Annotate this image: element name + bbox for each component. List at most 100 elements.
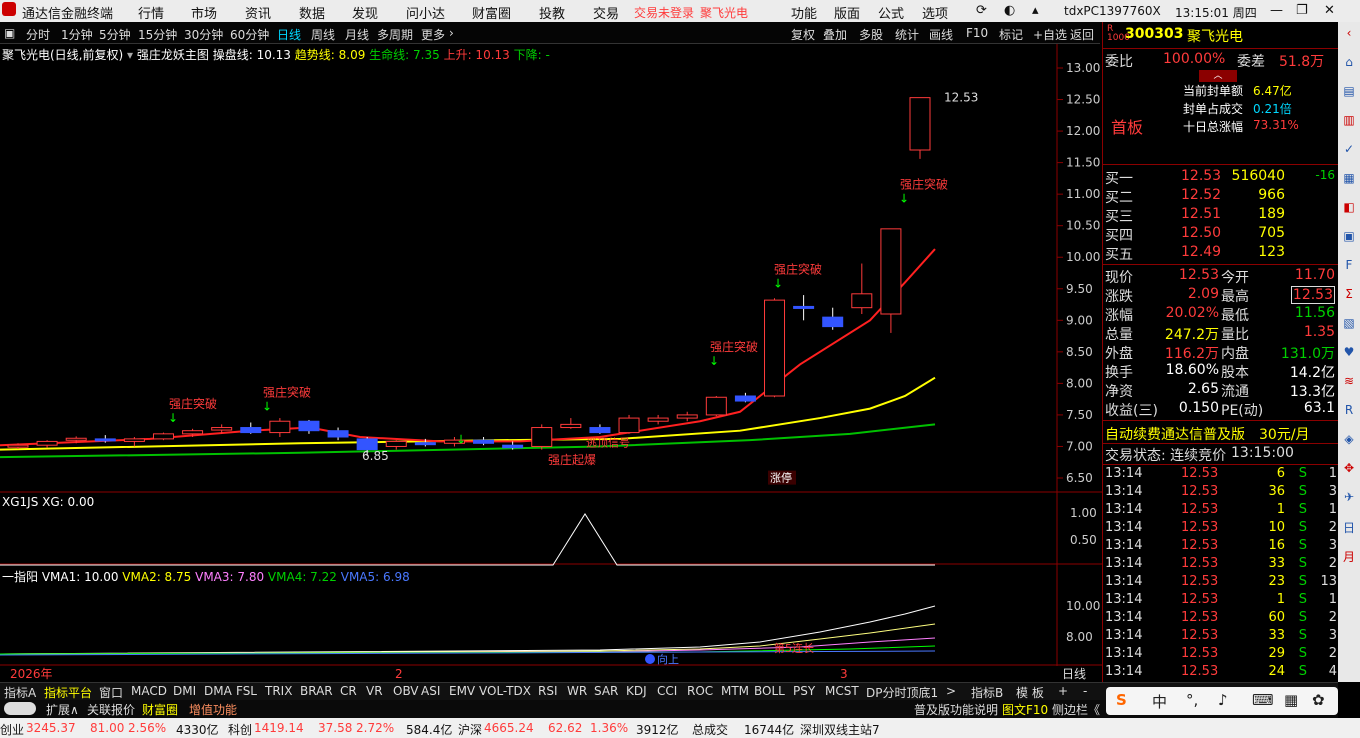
menu-jiaoyi[interactable]: 交易: [593, 3, 619, 22]
tab-right[interactable]: +: [1058, 684, 1068, 698]
tab2-zengzhi[interactable]: 增值功能: [189, 701, 237, 718]
side-tool-icon[interactable]: ▣: [1340, 229, 1358, 247]
candle-body[interactable]: [298, 420, 320, 432]
ime-lang-icon[interactable]: 中: [1152, 691, 1167, 712]
candle-body[interactable]: [7, 444, 29, 448]
tab2-caifuquan[interactable]: 财富圈: [142, 701, 178, 718]
menu-caifuquan[interactable]: 财富圈: [472, 3, 511, 22]
candle-body[interactable]: [240, 427, 262, 434]
tab-indicator[interactable]: DMA: [204, 684, 232, 698]
bid-row[interactable]: 买二 12.52 966: [1103, 187, 1339, 206]
tool-huaxian[interactable]: 画线: [929, 26, 953, 43]
tool-tongji[interactable]: 统计: [895, 26, 919, 43]
bid-row[interactable]: 买三 12.51 189: [1103, 206, 1339, 225]
minimize-icon[interactable]: —: [1270, 3, 1283, 18]
tab-indicator[interactable]: WR: [567, 684, 587, 698]
tab-indicator[interactable]: ASI: [421, 684, 440, 698]
ime-skin-icon[interactable]: ✿: [1312, 691, 1325, 709]
tab-indicator[interactable]: VR: [366, 684, 383, 698]
period-monthly[interactable]: 月线: [345, 26, 369, 43]
candle-body[interactable]: [36, 440, 58, 446]
candle-body[interactable]: [851, 293, 873, 309]
sub2-name[interactable]: 一指阳: [2, 570, 38, 584]
tab-indicator[interactable]: 窗口: [99, 684, 123, 701]
side-tool-icon[interactable]: 日: [1340, 519, 1358, 537]
tool-fuquan[interactable]: 复权: [791, 26, 815, 43]
tab-indicator[interactable]: RSI: [538, 684, 558, 698]
tab-indicator[interactable]: BRAR: [300, 684, 333, 698]
tool-diejia[interactable]: 叠加: [823, 26, 847, 43]
ime-mic-icon[interactable]: ♪: [1218, 691, 1228, 709]
more-arrow-icon[interactable]: ›: [449, 26, 454, 40]
tab-indicator[interactable]: MACD: [131, 684, 167, 698]
tab2-kuozhan[interactable]: 扩展∧: [46, 701, 79, 718]
kline-chart[interactable]: 13.00 12.50 12.00 11.50 11.00 10.50 10.00 9.50 9…: [0, 44, 1102, 682]
candle-body[interactable]: [269, 420, 291, 434]
menu-shichang[interactable]: 市场: [191, 3, 217, 22]
candle-body[interactable]: [589, 427, 611, 434]
tab-indicator[interactable]: SAR: [594, 684, 618, 698]
menu-shuju[interactable]: 数据: [299, 3, 325, 22]
period-15min[interactable]: 15分钟: [138, 26, 177, 43]
current-stock[interactable]: 聚飞光电: [700, 4, 748, 21]
chart-title[interactable]: 聚飞光电(日线,前复权): [2, 48, 123, 62]
tab-indicator[interactable]: KDJ: [626, 684, 647, 698]
candle-body[interactable]: [123, 438, 145, 442]
side-tool-icon[interactable]: ✈: [1340, 490, 1358, 508]
tool-duogu[interactable]: 多股: [859, 26, 883, 43]
candle-body[interactable]: [647, 417, 669, 422]
collapse-icon[interactable]: ▴: [1032, 3, 1039, 18]
bid-row[interactable]: 买四 12.50 705: [1103, 225, 1339, 244]
tab-indicator[interactable]: PSY: [793, 684, 815, 698]
bid-row[interactable]: 买五 12.49 123: [1103, 244, 1339, 263]
server-name[interactable]: 深圳双线主站7: [800, 721, 880, 738]
xaxis-unit[interactable]: 日线: [1062, 667, 1086, 681]
bid-row[interactable]: 买一 12.53 516040 -16: [1103, 168, 1339, 187]
tab2-shuoming[interactable]: 普及版功能说明: [914, 701, 998, 718]
close-icon[interactable]: ✕: [1324, 3, 1335, 18]
tab-indicator[interactable]: EMV: [449, 684, 475, 698]
ad-text[interactable]: 自动续费通达信普及版: [1105, 424, 1245, 444]
side-tool-icon[interactable]: R: [1340, 403, 1358, 421]
side-tool-icon[interactable]: ▥: [1340, 113, 1358, 131]
candle-body[interactable]: [531, 427, 553, 447]
restore-icon[interactable]: ❐: [1296, 3, 1308, 18]
tab-indicator[interactable]: 指标平台: [44, 684, 92, 701]
ime-logo-icon[interactable]: S: [1116, 691, 1127, 709]
menu-gongneng[interactable]: 功能: [791, 3, 817, 22]
tab-right[interactable]: 模 板: [1016, 684, 1044, 701]
ime-keyboard-icon[interactable]: ⌨: [1252, 691, 1274, 709]
tab-indicator[interactable]: OBV: [393, 684, 419, 698]
toggle-switch[interactable]: [4, 702, 36, 715]
candle-body[interactable]: [211, 427, 233, 431]
candle-body[interactable]: [414, 442, 436, 446]
period-daily[interactable]: 日线: [277, 26, 301, 43]
menu-toujiao[interactable]: 投教: [539, 3, 565, 22]
tool-biaoji[interactable]: 标记: [999, 26, 1023, 43]
period-30min[interactable]: 30分钟: [184, 26, 223, 43]
side-tool-icon[interactable]: 月: [1340, 548, 1358, 566]
candle-body[interactable]: [822, 316, 844, 328]
candle-body[interactable]: [502, 444, 524, 449]
candle-body[interactable]: [94, 438, 116, 442]
tab-indicator[interactable]: DP分时顶底1: [866, 684, 938, 701]
side-tool-icon[interactable]: ▦: [1340, 171, 1358, 189]
candle-body[interactable]: [764, 299, 786, 397]
side-tool-icon[interactable]: Σ: [1340, 287, 1358, 305]
ime-punct-icon[interactable]: °,: [1186, 691, 1198, 709]
skin-icon[interactable]: ◐: [1004, 3, 1015, 18]
ime-toolbar[interactable]: S 中 °, ♪ ⌨ ▦ ✿: [1106, 687, 1338, 715]
chart-indicator[interactable]: 强庄龙妖主图: [137, 48, 209, 62]
candle-body[interactable]: [560, 423, 582, 429]
side-tool-icon[interactable]: ✥: [1340, 461, 1358, 479]
side-tool-icon[interactable]: ⌂: [1340, 55, 1358, 73]
candle-body[interactable]: [734, 395, 756, 402]
tab-indicator[interactable]: VOL-TDX: [479, 684, 531, 698]
menu-gongshi[interactable]: 公式: [878, 3, 904, 22]
period-fenshi[interactable]: 分时: [26, 26, 50, 43]
panel-icon[interactable]: ▣: [4, 26, 15, 40]
tab-indicator[interactable]: MTM: [721, 684, 749, 698]
tab-indicator[interactable]: BOLL: [754, 684, 785, 698]
period-more[interactable]: 更多: [421, 26, 445, 43]
candle-body[interactable]: [705, 396, 727, 416]
